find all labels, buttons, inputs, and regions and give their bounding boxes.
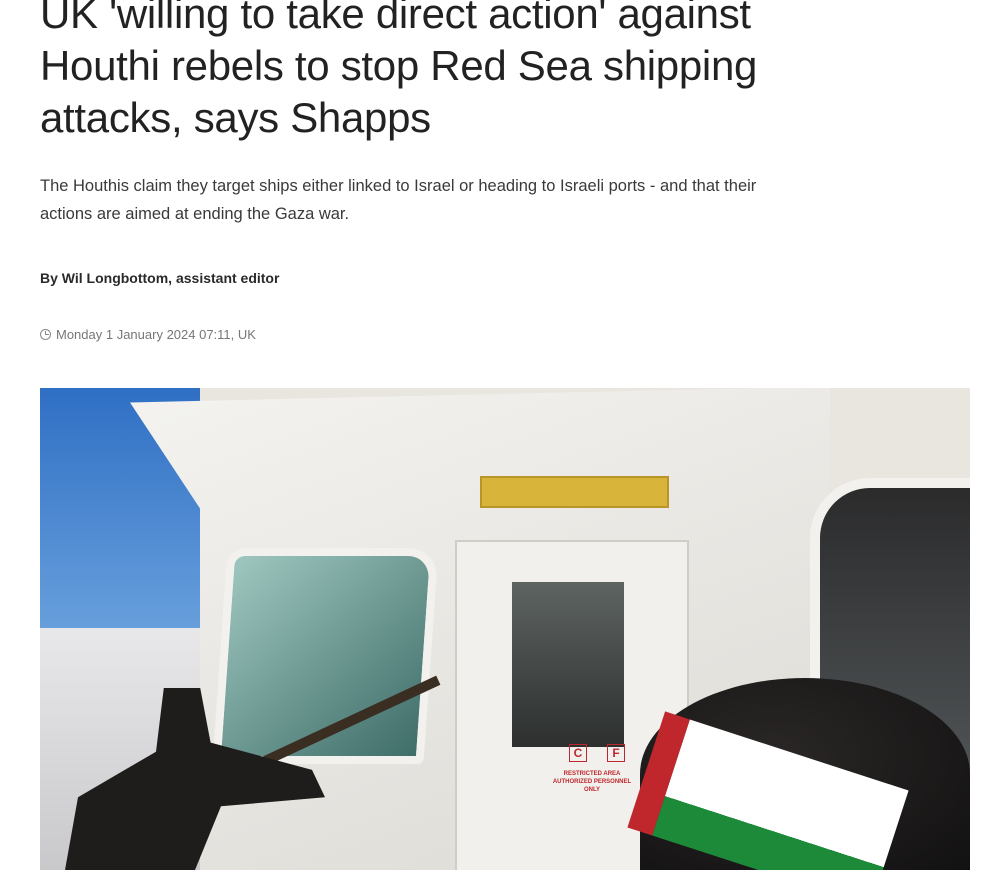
article-standfirst: The Houthis claim they target ships eith… [40, 177, 757, 223]
article-headline: UK 'willing to take direct action' again… [40, 0, 758, 141]
date-text: Monday 1 January 2024 07:11, UK [56, 327, 256, 342]
article-hero-image[interactable]: C F RESTRICTED AREA AUTHORIZED PERSONNEL… [40, 388, 970, 870]
clock-icon [40, 329, 51, 340]
photo-door-sign: RESTRICTED AREA AUTHORIZED PERSONNEL ONL… [552, 771, 632, 793]
photo-label-f: F [607, 744, 625, 762]
photo-door-window [512, 582, 624, 747]
photo-label-c: C [569, 744, 587, 762]
article-byline: By Wil Longbottom, assistant editor [40, 270, 280, 286]
photo-lamp [480, 476, 669, 508]
article-date: Monday 1 January 2024 07:11, UK [40, 327, 256, 342]
